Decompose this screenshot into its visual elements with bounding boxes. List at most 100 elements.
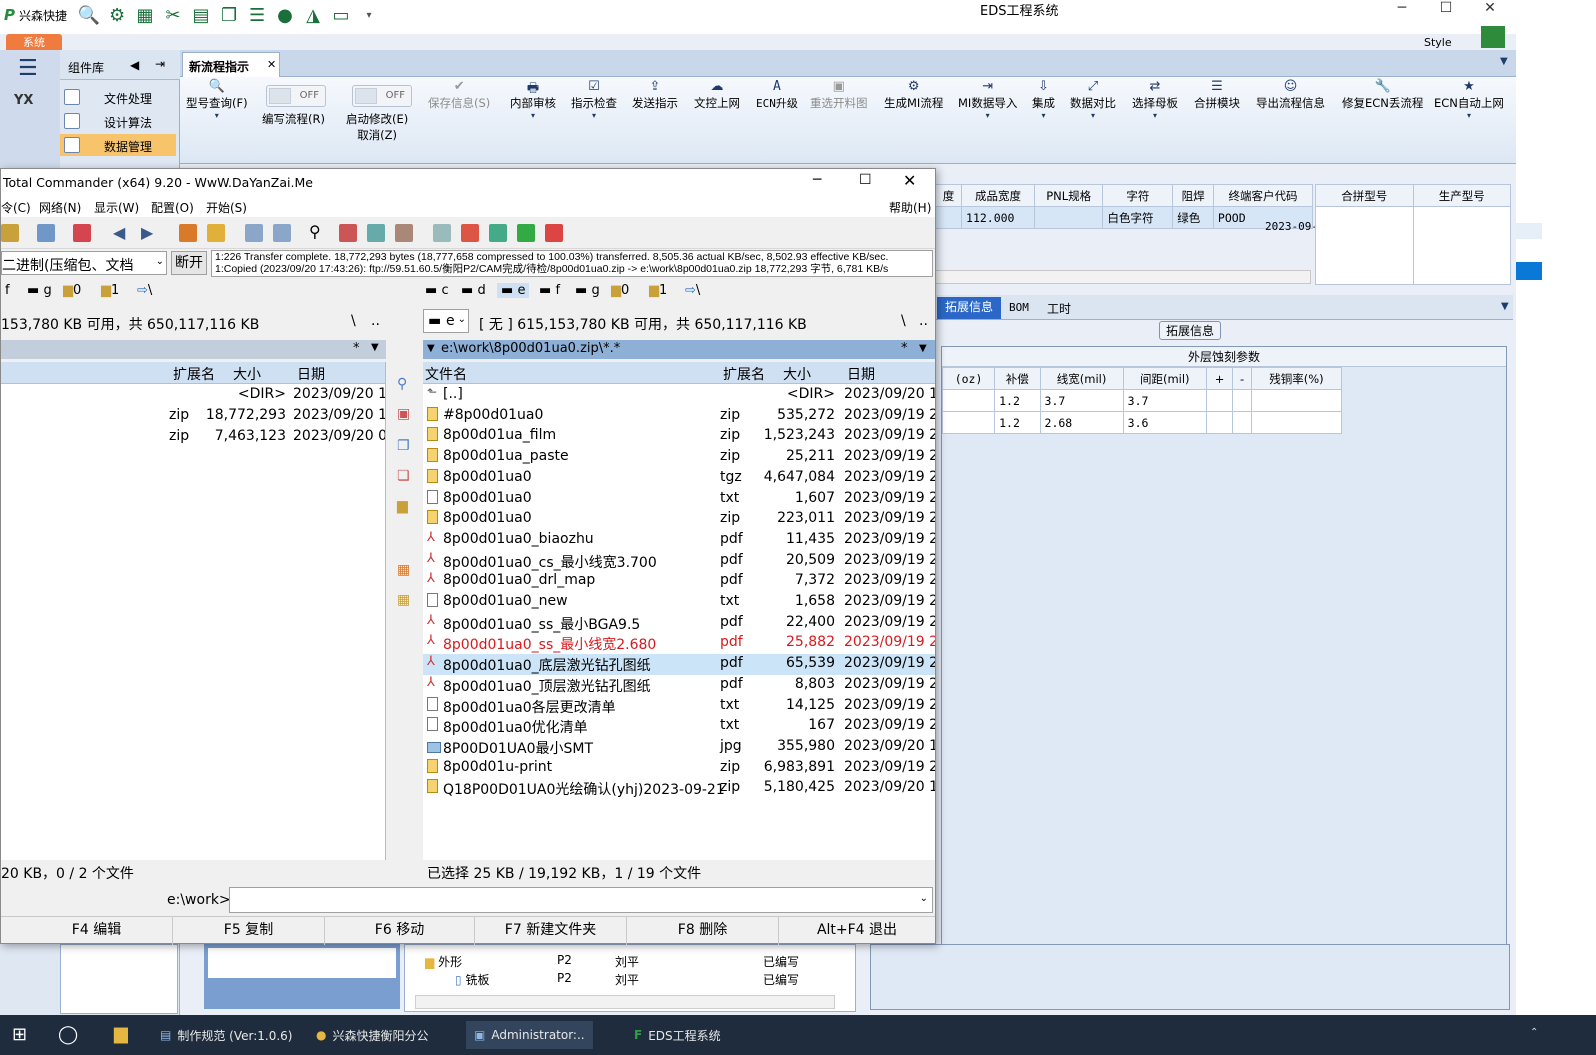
eds-maximize-button[interactable]: ☐	[1424, 0, 1468, 20]
search-icon[interactable]: ◯	[58, 1024, 78, 1045]
ribbon-data-compare-button[interactable]: ⤢ 数据对比 ▾	[1070, 79, 1116, 127]
binoculars-icon[interactable]: ⚲	[309, 222, 321, 241]
rename-icon[interactable]	[339, 224, 357, 242]
sync-icon[interactable]	[367, 224, 385, 242]
grid-cell[interactable]: 白色字符	[1102, 206, 1174, 229]
disconnect-button[interactable]: 断开	[171, 251, 207, 275]
grid-cell[interactable]: 3.7	[1039, 389, 1124, 412]
pdf-app-icon[interactable]	[545, 224, 563, 242]
tab-extension-info[interactable]: 拓展信息	[937, 297, 1001, 319]
drive-button[interactable]: ⇨\	[685, 283, 700, 298]
ribbon-gen-mi-flow-button[interactable]: ⚙ 生成MI流程	[884, 79, 943, 111]
f7-newfolder-button[interactable]: F7 新建文件夹	[475, 917, 627, 945]
start-modify-toggle[interactable]: OFF	[352, 85, 412, 107]
list-icon[interactable]: ☰	[245, 4, 269, 26]
chevron-down-icon[interactable]: ⌄	[920, 893, 928, 904]
col-size[interactable]: 大小	[783, 364, 811, 384]
file-row[interactable]: ⅄ 8p00d01ua0_cs_最小线宽3.700 pdf 20,509 2023/09…	[423, 551, 935, 572]
ribbon-doc-upload-button[interactable]: ☁ 文控上网	[694, 79, 740, 111]
back-icon[interactable]: ◀	[113, 223, 125, 242]
yx-logo-icon[interactable]: YX	[14, 93, 60, 108]
monitor-icon[interactable]: ▭	[329, 4, 353, 26]
ribbon-internal-review-button[interactable]: 🖶 内部审核 ▾	[510, 79, 556, 127]
filter-dropdown-icon[interactable]: ▼	[919, 343, 927, 354]
ribbon-export-flow-button[interactable]: ☺ 导出流程信息	[1256, 79, 1325, 111]
history-dropdown-icon[interactable]: ▼	[427, 343, 435, 354]
ribbon-fix-ecn-button[interactable]: 🔧 修复ECN丢流程	[1342, 79, 1423, 111]
file-row[interactable]: 8p00d01u-print zip 6,983,891 2023/09/19 21	[423, 758, 935, 779]
file-row[interactable]: #8p00d01ua0 zip 535,272 2023/09/19 21	[423, 406, 935, 427]
drive-button[interactable]: ▬ e	[497, 283, 530, 298]
grid-header[interactable]: -	[1232, 367, 1252, 390]
ribbon-reselect-cutting-button[interactable]: ▣ 重选开料图	[810, 79, 868, 111]
windows-start-icon[interactable]: ⊞	[12, 1024, 27, 1045]
menu-config[interactable]: 配置(O)	[151, 199, 194, 216]
file-row[interactable]: ⅄ 8p00d01ua0_biaozhu pdf 11,435 2023/09/19 2…	[423, 530, 935, 551]
root-button[interactable]: \	[901, 313, 906, 329]
grid-cell[interactable]	[1232, 411, 1252, 434]
tab-bom[interactable]: BOM	[1009, 301, 1029, 314]
horizontal-scrollbar[interactable]	[415, 995, 835, 1009]
root-button[interactable]: \	[351, 313, 356, 329]
file-row[interactable]: ⅄ 8p00d01ua0_顶层激光钻孔图纸 pdf 8,803 2023/09/19 2…	[423, 675, 935, 696]
filter-star[interactable]: *	[353, 341, 360, 356]
filter-star[interactable]: *	[901, 341, 908, 356]
tab-new-flow[interactable]: 新流程指示 ✕	[182, 52, 280, 77]
film-icon[interactable]: ▤	[189, 4, 213, 26]
taskbar-item[interactable]: ▤ 制作规范 (Ver:1.0.6)	[152, 1021, 300, 1049]
grid-cell[interactable]	[941, 411, 996, 434]
grid-header[interactable]: +	[1205, 367, 1234, 390]
grid-cell[interactable]: 1.2	[994, 411, 1041, 434]
grid-header[interactable]: 间距(mil)	[1122, 367, 1207, 390]
chrome-icon[interactable]	[461, 224, 479, 242]
write-flow-toggle[interactable]: OFF	[266, 85, 326, 107]
tree-item[interactable]: ▆ 外形	[425, 953, 462, 970]
menu-network[interactable]: 网络(N)	[39, 199, 81, 216]
copy-icon[interactable]: ❐	[217, 4, 241, 26]
grid-cell[interactable]: 1.2	[994, 389, 1041, 412]
chevron-down-icon[interactable]: ▼	[1501, 301, 1509, 312]
taskbar-item[interactable]: ● 兴森快捷衡阳分公	[308, 1021, 437, 1049]
tc-minimize-button[interactable]: ─	[813, 172, 821, 188]
ftp-log[interactable]: 1:226 Transfer complete. 18,772,293 byte…	[211, 250, 933, 277]
right-drive-select[interactable]: ▬ e ⌄	[423, 309, 469, 333]
file-row[interactable]: zip 18,772,293 2023/09/20 16	[1, 406, 385, 427]
eds-close-button[interactable]: ✕	[1468, 0, 1512, 20]
app-tile-icon[interactable]	[1481, 26, 1505, 48]
tc-maximize-button[interactable]: ☐	[859, 172, 872, 188]
grid-cell[interactable]	[934, 206, 963, 229]
file-row[interactable]: ⅄ 8p00d01ua0_drl_map pdf 7,372 2023/09/19 21	[423, 571, 935, 592]
grid-cell[interactable]	[1205, 389, 1234, 412]
grid-header[interactable]: 度	[934, 184, 963, 207]
file-row[interactable]: ⅄ 8p00d01ua0_ss_最小BGA9.5 pdf 22,400 2023/09/…	[423, 613, 935, 634]
notepad-icon[interactable]	[433, 224, 451, 242]
grid-header[interactable]: 字符	[1102, 184, 1174, 207]
col-date[interactable]: 日期	[297, 364, 325, 384]
taskbar-item[interactable]: ▣ Administrator:..	[466, 1021, 593, 1049]
ribbon-merge-module-button[interactable]: ☰ 合拼模块	[1194, 79, 1240, 111]
grid-header[interactable]: 成品宽度	[961, 184, 1035, 207]
new-folder-icon[interactable]: ▆	[397, 498, 408, 514]
history-dropdown-icon[interactable]: ▼	[371, 342, 379, 353]
grid-header[interactable]: 残铜率(%)	[1250, 367, 1343, 390]
pack-icon[interactable]	[179, 224, 197, 242]
ribbon-model-query-button[interactable]: 🔍 型号查询(F) ▾	[186, 79, 248, 127]
grid-cell[interactable]	[1250, 389, 1343, 412]
p-app-icon[interactable]	[517, 224, 535, 242]
excel-icon[interactable]	[489, 224, 507, 242]
parent-button[interactable]: ..	[919, 313, 928, 329]
grid-cell[interactable]	[1250, 411, 1343, 434]
user-icon[interactable]: ●	[273, 4, 297, 26]
grid-cell[interactable]	[1033, 206, 1104, 229]
grid-cell[interactable]: 3.6	[1122, 411, 1207, 434]
ribbon-save-info-button[interactable]: ✔ 保存信息(S)	[428, 79, 490, 111]
move-files-icon[interactable]: ❏	[397, 468, 410, 484]
style-menu[interactable]: Style	[1424, 36, 1452, 49]
ribbon-ecn-auto-upload-button[interactable]: ★ ECN自动上网 ▾	[1434, 79, 1504, 127]
tray-expand-icon[interactable]: ⌃	[1530, 1027, 1538, 1038]
drive-button[interactable]: ▬ f	[539, 283, 560, 298]
refresh-icon[interactable]	[1, 224, 19, 242]
grid-cell[interactable]: 112.000	[961, 206, 1035, 229]
f4-edit-button[interactable]: F4 编辑	[21, 917, 173, 945]
file-row[interactable]: <DIR> 2023/09/20 17	[1, 385, 385, 406]
